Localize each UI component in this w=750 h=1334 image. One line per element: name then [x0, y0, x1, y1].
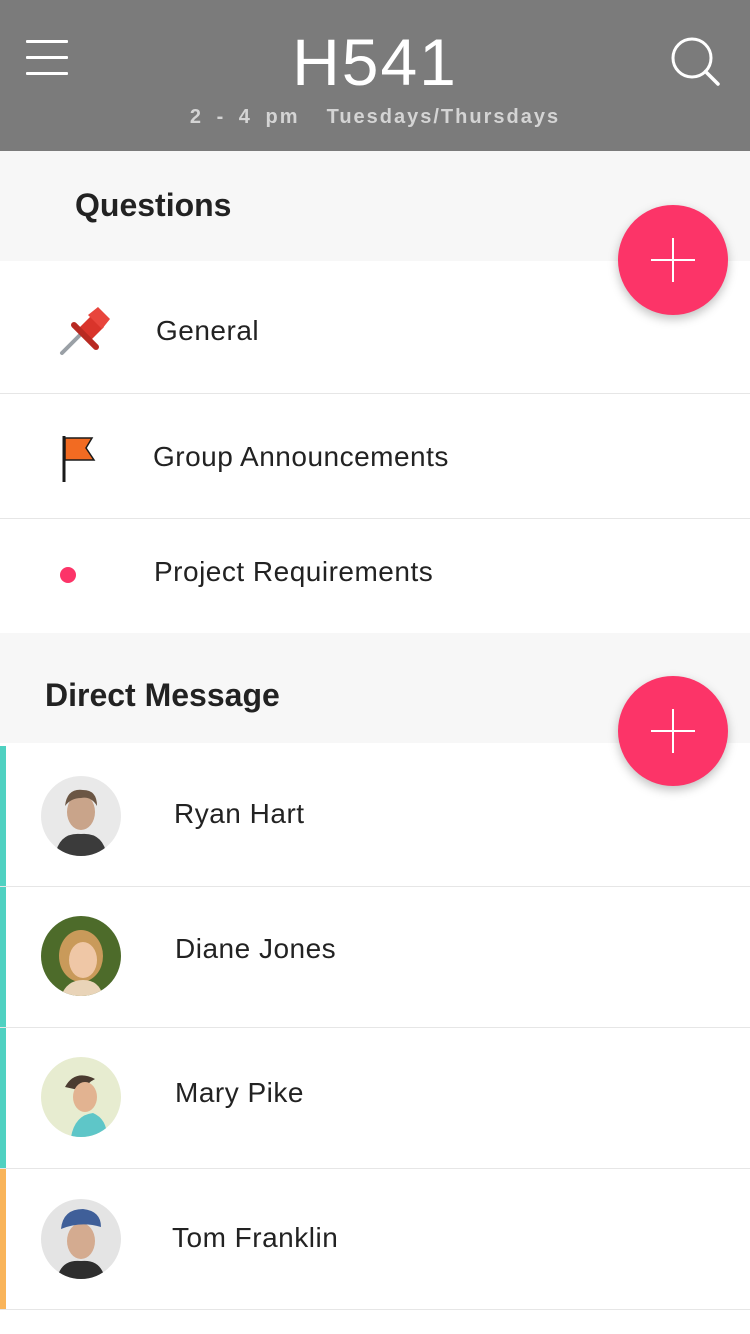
avatar	[41, 916, 121, 996]
flag-icon	[60, 434, 100, 489]
list-item-project-requirements[interactable]: Project Requirements	[0, 519, 750, 634]
avatar	[41, 1057, 121, 1137]
status-accent-bar	[0, 1028, 6, 1168]
contact-name: Tom Franklin	[172, 1222, 339, 1253]
list-item-label: Project Requirements	[154, 556, 434, 587]
contact-name: Diane Jones	[175, 933, 337, 964]
dot-icon	[60, 567, 76, 583]
contact-name: Ryan Hart	[174, 798, 305, 829]
list-item-label: General	[156, 315, 260, 346]
contact-row-tom-franklin[interactable]: Tom Franklin	[0, 1169, 750, 1310]
plus-icon	[651, 709, 695, 753]
contact-row-diane-jones[interactable]: Diane Jones	[0, 887, 750, 1028]
list-item-group-announcements[interactable]: Group Announcements	[0, 394, 750, 519]
status-accent-bar	[0, 887, 6, 1027]
status-accent-bar	[0, 1169, 6, 1309]
plus-icon	[651, 238, 695, 282]
questions-title: Questions	[75, 187, 232, 223]
list-item-label: Group Announcements	[153, 441, 449, 472]
direct-message-title: Direct Message	[45, 677, 280, 713]
search-icon[interactable]	[668, 34, 722, 88]
schedule-subtitle: 2 - 4 pm Tuesdays/Thursdays	[189, 106, 561, 128]
add-question-button[interactable]	[618, 205, 728, 315]
add-direct-message-button[interactable]	[618, 676, 728, 786]
avatar	[41, 776, 121, 856]
contact-name: Mary Pike	[175, 1077, 304, 1108]
header-bar: H541 2 - 4 pm Tuesdays/Thursdays	[0, 0, 750, 151]
avatar	[41, 1199, 121, 1279]
pushpin-icon	[58, 305, 112, 362]
contact-row-mary-pike[interactable]: Mary Pike	[0, 1028, 750, 1169]
page-title: H541	[292, 25, 458, 99]
status-accent-bar	[0, 746, 6, 886]
